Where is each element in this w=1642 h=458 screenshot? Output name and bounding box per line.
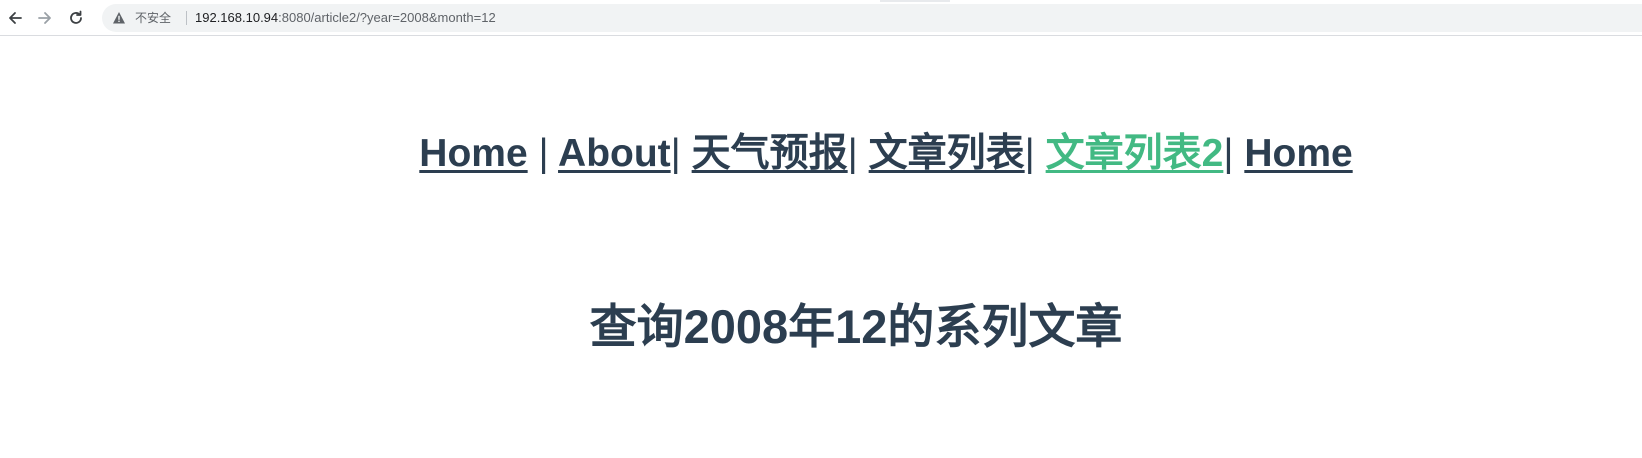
nav-separator: |: [1223, 132, 1234, 175]
reload-icon: [68, 10, 84, 26]
address-bar[interactable]: 不安全 192.168.10.94:8080/article2/?year=20…: [102, 4, 1642, 32]
security-status-label[interactable]: 不安全: [135, 10, 171, 26]
nav-link-weather[interactable]: 天气预报: [692, 132, 848, 175]
omnibox-divider: [186, 11, 187, 25]
url-path: :8080/article2/?year=2008&month=12: [278, 10, 496, 25]
nav-link-about[interactable]: About: [558, 132, 671, 175]
nav-link-home-2[interactable]: Home: [1244, 132, 1352, 175]
tab-strip-edge: [880, 0, 950, 2]
nav-separator: |: [1024, 132, 1035, 175]
forward-arrow-icon: [37, 10, 53, 26]
nav-link-articles2[interactable]: 文章列表2: [1046, 132, 1224, 175]
back-arrow-icon: [7, 10, 23, 26]
browser-toolbar: 不安全 192.168.10.94:8080/article2/?year=20…: [0, 0, 1642, 36]
url-text[interactable]: 192.168.10.94:8080/article2/?year=2008&m…: [195, 10, 496, 26]
url-host: 192.168.10.94: [195, 10, 279, 25]
warning-triangle-icon[interactable]: [112, 11, 126, 25]
forward-button[interactable]: [32, 5, 58, 31]
reload-button[interactable]: [63, 5, 89, 31]
page-title: 查询2008年12的系列文章: [589, 300, 1123, 353]
nav-link-articles[interactable]: 文章列表: [869, 132, 1025, 175]
nav-separator: |: [538, 132, 549, 175]
nav-link-home[interactable]: Home: [419, 132, 527, 175]
back-button[interactable]: [2, 5, 28, 31]
main-nav: Home | About| 天气预报| 文章列表| 文章列表2| Home: [0, 128, 1642, 180]
nav-separator: |: [670, 132, 681, 175]
nav-separator: |: [847, 132, 858, 175]
